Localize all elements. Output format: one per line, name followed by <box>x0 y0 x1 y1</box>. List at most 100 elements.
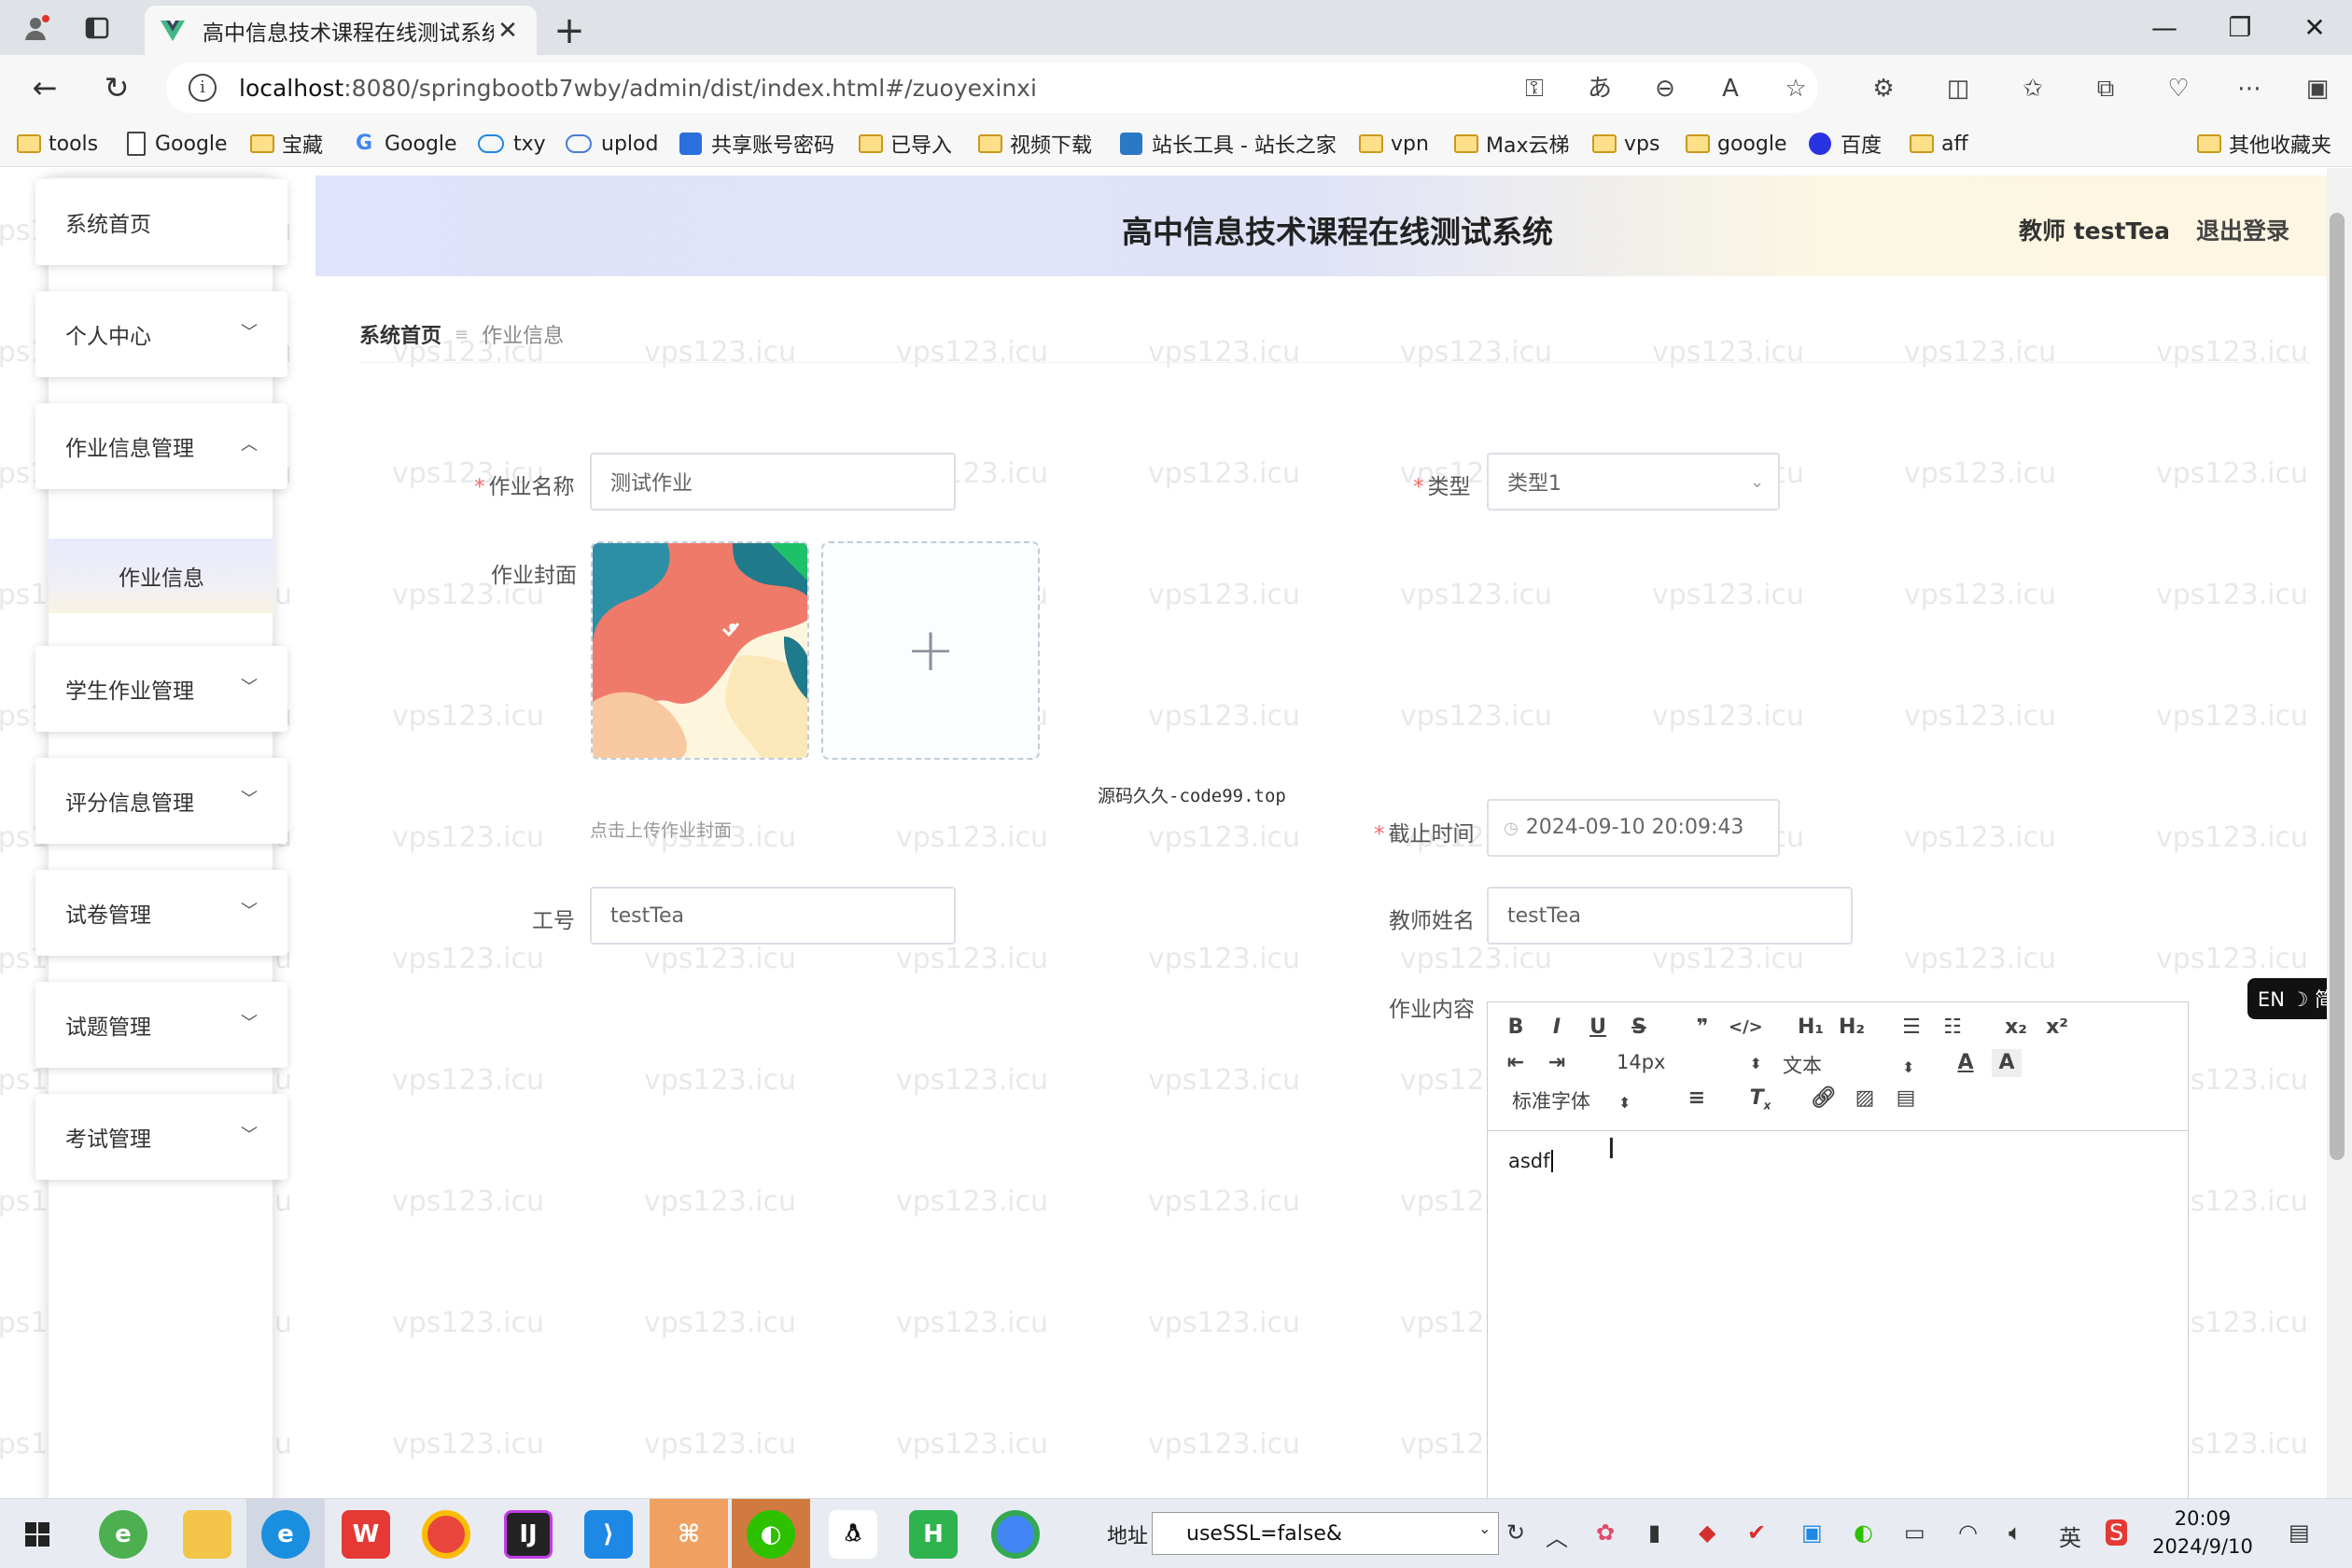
sidebar-toggle-icon[interactable]: ▣ <box>2301 72 2334 105</box>
site-info-icon[interactable]: i <box>189 74 217 102</box>
sidebar-item-student-homework[interactable]: 学生作业管理 ﹀ <box>35 646 287 732</box>
scrollbar-thumb[interactable] <box>2330 213 2345 1160</box>
work-no-input[interactable] <box>590 887 956 945</box>
extensions-icon[interactable]: ⚙ <box>1867 72 1900 105</box>
app-icon-orange[interactable]: ⌘ <box>665 1510 713 1559</box>
360-browser-icon[interactable]: e <box>99 1510 147 1559</box>
more-menu-icon[interactable]: ⋯ <box>2233 72 2266 105</box>
underline-icon[interactable]: U <box>1583 1014 1613 1042</box>
tray-app-icon-4[interactable]: ▣ <box>1801 1519 1823 1546</box>
bookmark-vpn[interactable]: vpn <box>1359 130 1429 158</box>
intellij-icon[interactable]: IJ <box>504 1510 553 1559</box>
volume-icon[interactable]: 🔈︎ <box>2009 1519 2022 1546</box>
logout-button[interactable]: 退出登录 <box>2196 213 2289 246</box>
bullet-list-icon[interactable]: ☷ <box>1938 1014 1967 1042</box>
italic-icon[interactable]: I <box>1542 1014 1572 1042</box>
image-icon[interactable]: ▨ <box>1850 1085 1880 1113</box>
ordered-list-icon[interactable]: ☰ <box>1897 1014 1926 1042</box>
align-icon[interactable]: ≡ <box>1682 1085 1712 1113</box>
sogou-ime-icon[interactable]: S <box>2106 1519 2128 1546</box>
usb-icon[interactable]: ▮ <box>1648 1519 1660 1546</box>
wifi-icon[interactable]: ◠ <box>1958 1519 1978 1546</box>
back-button[interactable]: ← <box>26 69 63 106</box>
code-block-icon[interactable]: </> <box>1729 1014 1763 1042</box>
favorites-icon[interactable]: ✩ <box>2016 72 2050 105</box>
edge-browser-icon[interactable]: e <box>261 1510 310 1559</box>
outdent-icon[interactable]: ⇤ <box>1501 1049 1531 1077</box>
upload-cover-button[interactable]: + <box>821 541 1040 760</box>
clear-format-icon[interactable]: Tx <box>1745 1085 1775 1113</box>
breadcrumb-home[interactable]: 系统首页 <box>359 319 441 349</box>
bookmark-google-folder[interactable]: google <box>1686 130 1787 158</box>
taskbar-clock[interactable]: 20:09 2024/9/10 <box>2147 1505 2259 1561</box>
zoom-out-icon[interactable]: ⊖ <box>1648 72 1682 105</box>
chrome-icon-2[interactable] <box>991 1510 1040 1559</box>
font-family-select[interactable]: 标准字体 ⬍ <box>1512 1086 1631 1114</box>
subscript-icon[interactable]: x₂ <box>2001 1014 2031 1042</box>
wechat-icon[interactable]: ◐ <box>747 1510 795 1559</box>
hbuilder-icon[interactable]: H <box>909 1510 958 1559</box>
sidebar-subitem-homework-info[interactable]: 作业信息 <box>49 539 274 613</box>
video-icon[interactable]: ▤ <box>1891 1085 1921 1113</box>
new-tab-button[interactable]: + <box>551 9 588 52</box>
wechat-tray-icon[interactable]: ◐ <box>1854 1519 1873 1546</box>
tray-app-icon-3[interactable]: ✔ <box>1747 1519 1766 1546</box>
sidebar-item-exams[interactable]: 考试管理 ﹀ <box>35 1094 287 1180</box>
bookmark-uplod[interactable]: uplod <box>566 130 658 158</box>
background-color-icon[interactable]: A <box>1992 1049 2022 1077</box>
browser-tab-active[interactable]: 高中信息技术课程在线测试系统 ✕ <box>145 6 537 55</box>
deadline-picker[interactable]: ◷ 2024-09-10 20:09:43 <box>1487 799 1780 857</box>
sidebar-item-scoring[interactable]: 评分信息管理 ﹀ <box>35 758 287 844</box>
bookmark-baidu[interactable]: 百度 <box>1809 130 1882 158</box>
sidebar-item-questions[interactable]: 试题管理 ﹀ <box>35 982 287 1068</box>
read-aloud-icon[interactable]: A <box>1714 72 1747 105</box>
restore-button[interactable]: ❐ <box>2217 9 2263 47</box>
sidebar-item-papers[interactable]: 试卷管理 ﹀ <box>35 870 287 956</box>
qq-icon[interactable]: 🐧︎ <box>829 1510 877 1559</box>
bookmark-max[interactable]: Max云梯 <box>1454 130 1569 158</box>
close-window-button[interactable]: ✕ <box>2291 9 2338 47</box>
taskbar-address-input[interactable] <box>1152 1512 1499 1555</box>
vscode-icon[interactable]: ⟩ <box>584 1510 633 1559</box>
bookmark-video-download[interactable]: 视频下载 <box>978 130 1092 158</box>
file-explorer-icon[interactable] <box>183 1510 231 1559</box>
indent-icon[interactable]: ⇥ <box>1542 1049 1572 1077</box>
chrome-icon[interactable] <box>422 1510 470 1559</box>
collections-icon[interactable]: ⧉ <box>2089 72 2122 105</box>
tray-app-icon-2[interactable]: ◆ <box>1699 1519 1715 1546</box>
refresh-button[interactable]: ↻ <box>98 69 135 106</box>
address-dropdown-icon[interactable]: ⌄ <box>1478 1519 1491 1537</box>
windows-start-icon[interactable] <box>13 1510 62 1559</box>
strikethrough-icon[interactable]: S <box>1624 1014 1654 1042</box>
bookmark-chinaz[interactable]: 站长工具 - 站长之家 <box>1120 130 1337 158</box>
sidebar-item-home[interactable]: 系统首页 <box>35 179 287 265</box>
bookmark-google[interactable]: Google <box>127 130 228 158</box>
superscript-icon[interactable]: x² <box>2042 1014 2072 1042</box>
split-screen-icon[interactable]: ◫ <box>1941 72 1975 105</box>
heading2-icon[interactable]: H₂ <box>1833 1014 1870 1042</box>
url-bar[interactable]: i localhost:8080/springbootb7wby/admin/d… <box>166 63 1818 113</box>
blockquote-icon[interactable]: ❞ <box>1687 1014 1717 1042</box>
minimize-button[interactable]: — <box>2141 9 2188 47</box>
editor-content-area[interactable]: asdf <box>1488 1131 2188 1191</box>
bold-icon[interactable]: B <box>1501 1014 1531 1042</box>
translate-icon[interactable]: あ <box>1583 72 1617 105</box>
bookmark-vps[interactable]: vps <box>1592 130 1659 158</box>
wps-icon[interactable]: W <box>342 1510 390 1559</box>
heading1-icon[interactable]: H₁ <box>1792 1014 1829 1042</box>
browser-essentials-icon[interactable]: ♡ <box>2162 72 2195 105</box>
key-icon[interactable]: ⚿ <box>1518 72 1551 105</box>
text-type-select[interactable]: 文本 ⬍ <box>1783 1051 1914 1079</box>
bookmark-tools[interactable]: tools <box>17 130 98 158</box>
tray-app-icon[interactable]: ✿ <box>1596 1519 1615 1546</box>
cover-image[interactable] <box>591 541 809 760</box>
teacher-name-input[interactable] <box>1487 887 1853 945</box>
tray-expand-icon[interactable]: ︿ <box>1546 1519 1568 1552</box>
bookmark-google-2[interactable]: G Google <box>353 130 457 158</box>
bookmark-baozang[interactable]: 宝藏 <box>250 130 323 158</box>
font-color-icon[interactable]: A <box>1951 1049 1981 1077</box>
profile-icon[interactable] <box>19 11 52 45</box>
homework-name-input[interactable] <box>590 453 956 511</box>
ime-language[interactable]: 英 <box>2059 1519 2081 1552</box>
tab-actions-icon[interactable] <box>80 11 114 45</box>
